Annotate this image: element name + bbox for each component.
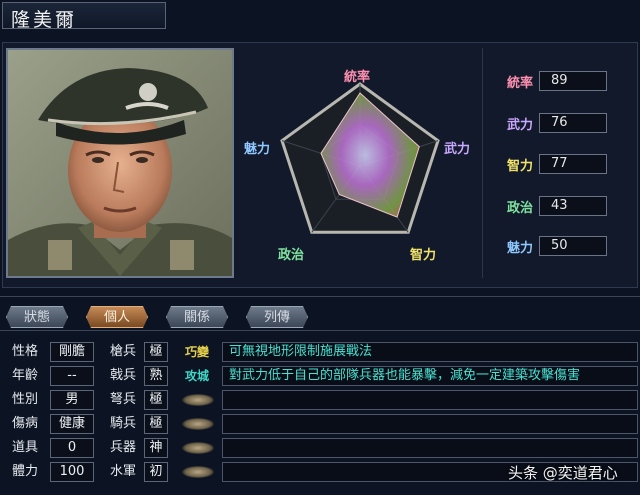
divider (0, 330, 640, 331)
stats-panel: 統率 89 武力 76 智力 77 政治 43 魅力 50 (482, 48, 636, 278)
value-crossbow: 極 (144, 390, 168, 410)
label-personality: 性格 (11, 344, 38, 359)
attribute-radar-chart: 統率 武力 智力 政治 魅力 (240, 48, 480, 278)
skill-desc-4 (222, 414, 638, 434)
skill-slot-empty-icon[interactable] (182, 442, 214, 454)
stat-value-strength: 76 (539, 113, 607, 133)
label-navy: 水軍 (109, 464, 136, 479)
stat-value-politics: 43 (539, 196, 607, 216)
value-spear: 極 (144, 342, 168, 362)
value-age: -- (50, 366, 94, 386)
skill-desc-3 (222, 390, 638, 410)
portrait-image (8, 50, 232, 276)
stat-label-charisma: 魅力 (506, 241, 533, 256)
label-crossbow: 弩兵 (109, 392, 136, 407)
divider (0, 296, 640, 297)
stat-label-strength: 武力 (506, 118, 533, 133)
value-navy: 初 (144, 462, 168, 482)
value-gender: 男 (50, 390, 94, 410)
stat-value-intelligence: 77 (539, 154, 607, 174)
general-name: 隆美爾 (2, 2, 166, 31)
label-injury: 傷病 (11, 416, 38, 431)
radar-label-politics: 政治 (278, 248, 305, 263)
label-cavalry: 騎兵 (109, 416, 136, 431)
radar-label-leadership: 統率 (344, 70, 371, 85)
stat-value-leadership: 89 (539, 71, 607, 91)
label-age: 年齡 (11, 368, 38, 383)
stat-value-charisma: 50 (539, 236, 607, 256)
value-stamina: 100 (50, 462, 94, 482)
skill-desc-5 (222, 438, 638, 458)
tab-biography[interactable]: 列傳 (246, 306, 308, 328)
label-halberd: 戟兵 (109, 368, 136, 383)
skill-name-2[interactable]: 攻城 (180, 366, 214, 386)
watermark-text: 头条 @奕道君心 (508, 464, 618, 482)
tab-status[interactable]: 狀態 (6, 306, 68, 328)
label-gender: 性別 (11, 392, 38, 407)
label-items: 道具 (11, 440, 38, 455)
stat-label-politics: 政治 (506, 201, 533, 216)
stat-label-intelligence: 智力 (506, 159, 533, 174)
skill-slot-empty-icon[interactable] (182, 418, 214, 430)
skill-name-1[interactable]: 巧變 (180, 342, 214, 362)
label-siege: 兵器 (109, 440, 136, 455)
skill-slot-empty-icon[interactable] (182, 394, 214, 406)
value-siege: 神 (144, 438, 168, 458)
label-stamina: 體力 (11, 464, 38, 479)
radar-label-strength: 武力 (444, 142, 471, 157)
label-spear: 槍兵 (109, 344, 136, 359)
stat-label-leadership: 統率 (506, 76, 533, 91)
skill-desc-2: 對武力低于自己的部隊兵器也能暴擊，減免一定建築攻擊傷害 (222, 366, 638, 386)
value-halberd: 熟 (144, 366, 168, 386)
value-cavalry: 極 (144, 414, 168, 434)
radar-label-charisma: 魅力 (244, 142, 271, 157)
value-personality: 剛膽 (50, 342, 94, 362)
tab-personal[interactable]: 個人 (86, 306, 148, 328)
tab-relations[interactable]: 關係 (166, 306, 228, 328)
skill-desc-1: 可無視地形限制施展戰法 (222, 342, 638, 362)
portrait (6, 48, 234, 278)
skill-slot-empty-icon[interactable] (182, 466, 214, 478)
value-injury: 健康 (50, 414, 94, 434)
value-items: 0 (50, 438, 94, 458)
radar-label-intelligence: 智力 (410, 248, 437, 263)
